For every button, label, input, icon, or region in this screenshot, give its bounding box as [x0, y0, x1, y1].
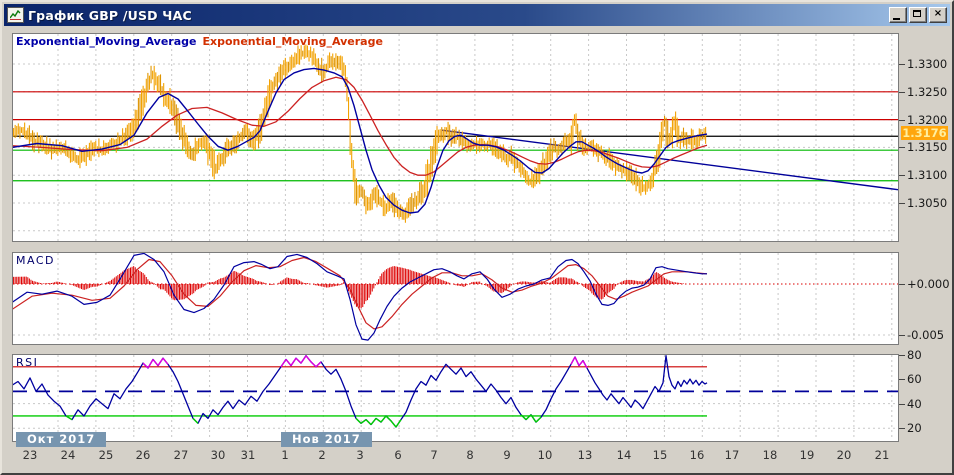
date-tick-label: 15 [653, 448, 668, 462]
candles [13, 45, 706, 223]
rsi-oversold-segment [381, 416, 386, 422]
date-tick-label: 18 [763, 448, 778, 462]
title-bar[interactable]: График GBP /USD ЧАС × [4, 4, 950, 26]
minimize-icon [893, 18, 900, 20]
rsi-oversold-segment [396, 420, 401, 427]
rsi-overbought-segment [311, 362, 316, 367]
date-tick-label: 8 [466, 448, 473, 462]
close-icon: × [930, 7, 946, 21]
date-tick-label: 9 [503, 448, 510, 462]
ema-legend-item: Exponential_Moving_Average [16, 35, 196, 48]
rsi-overbought-segment [575, 357, 579, 366]
macd-chart-svg[interactable] [13, 253, 898, 344]
ema-legend-item: Exponential_Moving_Average [202, 35, 382, 48]
price-tick-label: 1.3250 [907, 85, 954, 99]
rsi-overbought-segment [158, 358, 163, 365]
date-tick-label: 31 [241, 448, 256, 462]
current-price-badge: 1.3176 [901, 126, 948, 140]
close-button[interactable]: × [929, 7, 947, 23]
date-tick-label: 26 [136, 448, 151, 462]
date-tick-label: 30 [211, 448, 226, 462]
date-tick-label: 17 [725, 448, 740, 462]
macd-label: MACD [16, 254, 55, 267]
date-tick-label: 23 [23, 448, 38, 462]
date-tick-label: 14 [617, 448, 632, 462]
rsi-tick-label: 60 [907, 372, 954, 386]
rsi-overbought-segment [579, 361, 583, 366]
date-tick-label: 1 [281, 448, 288, 462]
date-tick-label: 2 [318, 448, 325, 462]
macd-histogram [13, 266, 702, 308]
date-tick-label: 3 [356, 448, 363, 462]
main-chart-panel[interactable] [12, 33, 899, 242]
rsi-overbought-segment [571, 357, 575, 364]
date-tick-label: 21 [875, 448, 890, 462]
rsi-label: RSI [16, 356, 38, 369]
month-label-nov: Нов 2017 [281, 432, 372, 447]
price-tick-label: 1.3200 [907, 113, 954, 127]
rsi-overbought-segment [301, 356, 306, 363]
price-tick-label: 1.3100 [907, 168, 954, 182]
chart-window: График GBP /USD ЧАС × Exponential_Moving… [0, 0, 954, 475]
chart-icon [7, 7, 24, 23]
rsi-panel[interactable] [12, 354, 899, 442]
macd-tick-label: -0.005 [907, 328, 954, 342]
rsi-tick-label: 20 [907, 421, 954, 435]
rsi-overbought-segment [306, 356, 311, 362]
minimize-button[interactable] [889, 7, 907, 23]
rsi-overbought-segment [316, 362, 321, 367]
date-tick-label: 19 [800, 448, 815, 462]
rsi-oversold-segment [391, 421, 396, 427]
month-label-oct: Окт 2017 [16, 432, 106, 447]
rsi-overbought-segment [286, 359, 291, 365]
rsi-overbought-segment [163, 358, 168, 364]
rsi-oversold-segment [536, 417, 541, 422]
date-tick-label: 20 [837, 448, 852, 462]
maximize-button[interactable] [909, 7, 927, 23]
price-tick-label: 1.3150 [907, 140, 954, 154]
date-tick-label: 16 [690, 448, 705, 462]
rsi-oversold-segment [356, 418, 361, 423]
date-tick-label: 13 [578, 448, 593, 462]
macd-panel[interactable] [12, 252, 899, 345]
rsi-oversold-segment [376, 418, 381, 422]
date-tick-label: 7 [430, 448, 437, 462]
date-tick-label: 24 [61, 448, 76, 462]
price-tick-label: 1.3050 [907, 196, 954, 210]
rsi-overbought-segment [291, 358, 296, 365]
ema-legend: Exponential_Moving_Average Exponential_Mo… [16, 35, 389, 48]
date-tick-label: 10 [538, 448, 553, 462]
rsi-overbought-segment [153, 359, 158, 365]
window-title: График GBP /USD ЧАС [28, 8, 889, 23]
date-tick-label: 6 [394, 448, 401, 462]
rsi-tick-label: 40 [907, 397, 954, 411]
date-tick-label: 25 [99, 448, 114, 462]
macd-tick-label: +0.000 [907, 277, 954, 291]
rsi-chart-svg[interactable] [13, 355, 898, 441]
rsi-overbought-segment [296, 358, 301, 363]
date-tick-label: 27 [174, 448, 189, 462]
rsi-oversold-segment [361, 420, 366, 424]
rsi-oversold-segment [371, 418, 376, 424]
price-chart-svg[interactable] [13, 34, 898, 241]
maximize-icon [913, 10, 921, 17]
rsi-tick-label: 80 [907, 348, 954, 362]
rsi-oversold-segment [386, 416, 391, 421]
price-tick-label: 1.3300 [907, 57, 954, 71]
rsi-oversold-segment [366, 420, 371, 425]
rsi-oversold-segment [193, 418, 198, 423]
